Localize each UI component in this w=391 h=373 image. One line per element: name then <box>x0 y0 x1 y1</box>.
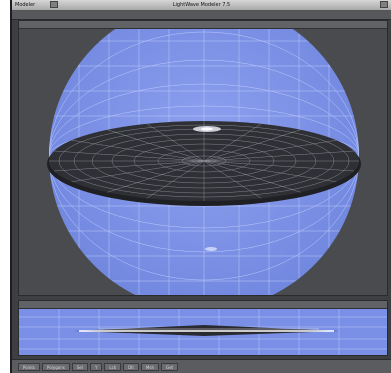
toolbar <box>12 11 391 20</box>
side-viewport[interactable] <box>18 300 388 356</box>
close-icon[interactable] <box>380 1 388 8</box>
disc-mesh[interactable] <box>47 121 361 206</box>
window-title: LightWave Modeler 7.5 <box>172 2 231 8</box>
axis-button[interactable]: Y <box>89 362 103 371</box>
perspective-view-canvas[interactable] <box>19 21 388 296</box>
mesh-button[interactable]: Msh <box>140 362 159 371</box>
viewport-header-side[interactable] <box>19 301 387 309</box>
selection-button[interactable]: Sel <box>71 362 88 371</box>
points-mode-button[interactable]: Points <box>18 362 41 371</box>
modeler-window: Modeler LightWave Modeler 7.5 Points Pol… <box>10 0 391 373</box>
side-view-canvas[interactable] <box>19 301 388 356</box>
get-button[interactable]: Get <box>161 362 179 371</box>
viewport-header-perspective[interactable] <box>19 21 387 29</box>
delete-button[interactable]: Dlt <box>123 362 139 371</box>
polygons-mode-button[interactable]: Polygons <box>42 362 70 371</box>
lock-button[interactable]: Lck <box>104 362 122 371</box>
status-bar: Points Polygons Sel Y Lck Dlt Msh Get <box>12 359 391 373</box>
perspective-viewport[interactable] <box>18 20 388 296</box>
title-bar: Modeler LightWave Modeler 7.5 <box>12 0 391 11</box>
